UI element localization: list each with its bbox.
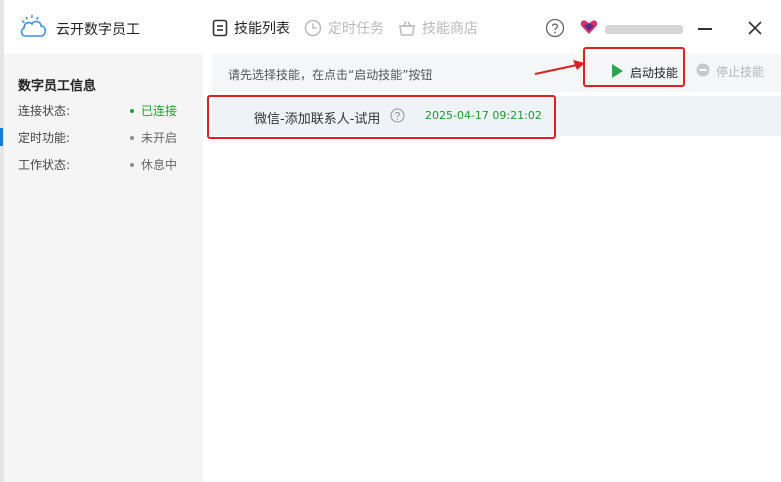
skill-list-empty-area xyxy=(212,136,781,482)
app-name: 云开数字员工 xyxy=(56,21,140,38)
status-key: 工作状态: xyxy=(18,158,71,172)
stop-skill-label: 停止技能 xyxy=(716,65,765,79)
nav-label: 技能列表 xyxy=(234,21,290,37)
clock-icon xyxy=(304,19,322,37)
highlight-skill-row xyxy=(207,95,556,139)
status-value: 已连接 xyxy=(141,104,178,118)
stop-skill-button[interactable]: 停止技能 xyxy=(696,63,764,80)
status-key: 连接状态: xyxy=(18,104,71,118)
status-dot xyxy=(130,136,134,140)
red-arrow-icon xyxy=(533,58,587,81)
nav-label: 技能商店 xyxy=(422,21,478,37)
store-icon xyxy=(398,19,416,37)
cloud-logo-icon xyxy=(18,14,48,43)
status-work: 工作状态: 休息中 xyxy=(18,156,188,176)
user-account-blurred[interactable] xyxy=(605,25,683,34)
nav-skill-list[interactable]: 技能列表 xyxy=(212,18,290,38)
status-connection: 连接状态: 已连接 xyxy=(18,102,188,122)
highlight-start-button xyxy=(583,47,685,87)
hint-text: 请先选择技能，在点击“启动技能”按钮 xyxy=(228,68,433,82)
list-icon xyxy=(212,19,228,37)
status-dot xyxy=(130,163,134,167)
sidebar-title: 数字员工信息 xyxy=(18,79,97,94)
stop-icon xyxy=(696,63,716,80)
desktop-edge-highlight xyxy=(0,128,3,146)
status-key: 定时功能: xyxy=(18,131,71,145)
close-icon[interactable] xyxy=(747,20,763,36)
status-value: 休息中 xyxy=(141,158,178,172)
sidebar: 数字员工信息 连接状态: 已连接 定时功能: 未开启 工作状态: 休息中 xyxy=(4,54,203,482)
nav-skill-store[interactable]: 技能商店 xyxy=(398,18,478,38)
title-bar: 云开数字员工 技能列表 定时任务 技能商店 xyxy=(4,0,781,54)
top-nav: 技能列表 定时任务 技能商店 xyxy=(212,18,492,38)
status-schedule: 定时功能: 未开启 xyxy=(18,129,188,149)
minimize-button[interactable] xyxy=(698,28,712,30)
status-value: 未开启 xyxy=(141,131,178,145)
help-icon[interactable] xyxy=(545,18,565,38)
nav-scheduled-tasks[interactable]: 定时任务 xyxy=(304,18,384,38)
status-dot xyxy=(130,109,134,113)
brand: 云开数字员工 xyxy=(18,14,140,43)
nav-label: 定时任务 xyxy=(328,21,384,37)
heart-logo-icon[interactable] xyxy=(580,19,598,35)
skill-toolbar: 请先选择技能，在点击“启动技能”按钮 启动技能 停止技能 xyxy=(212,54,781,92)
